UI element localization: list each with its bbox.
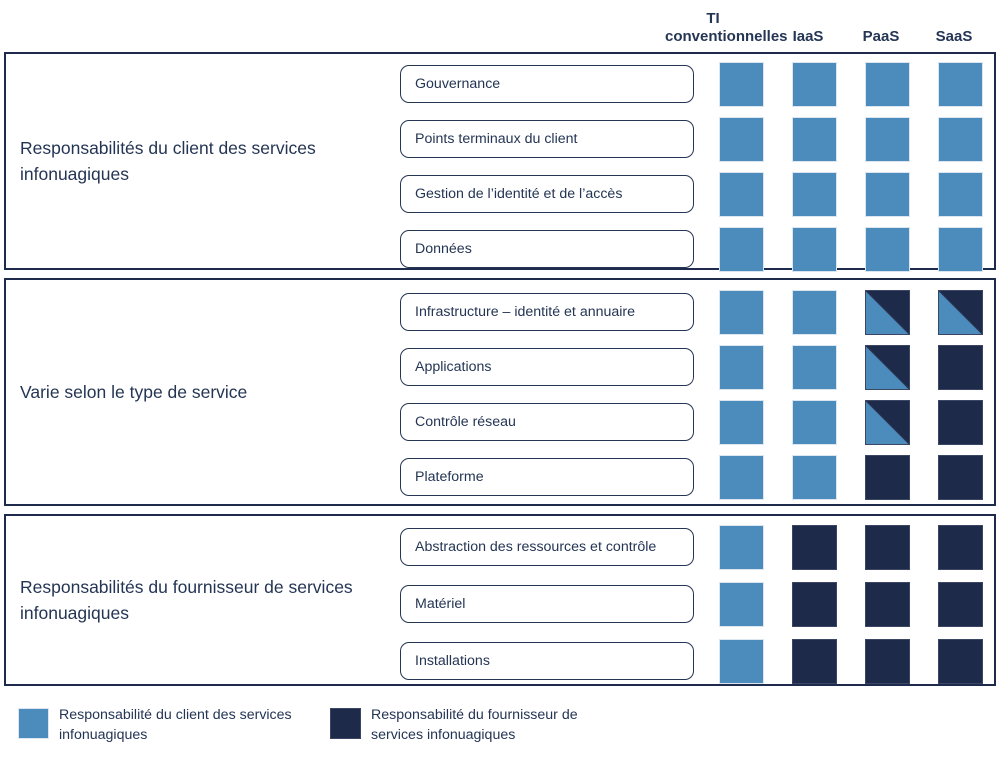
legend-label: Responsabilité du fournisseur de service… [371,707,578,743]
cell-paas-split [865,399,910,445]
legend: Responsabilité du client des services in… [0,700,1000,759]
cell-paas-split [865,289,910,335]
row-label-pill[interactable]: Gouvernance [400,65,694,103]
row-label-pill[interactable]: Points terminaux du client [400,120,694,158]
cell-conventional_it-client [719,226,764,272]
cell-conventional_it-client [719,524,764,570]
matrix-row: Contrôle réseau [6,399,994,445]
row-label-pill[interactable]: Installations [400,642,694,680]
matrix-row: Infrastructure – identité et annuaire [6,289,994,335]
cell-iaas-client [792,61,837,107]
cell-paas-client [865,171,910,217]
cell-saas-split [938,289,983,335]
matrix-row: Matériel [6,581,994,627]
section-inner: Varie selon le type de service Infrastruc… [6,280,994,504]
matrix-row: Installations [6,638,994,684]
section-3: Responsabilités du fournisseur de servic… [4,514,996,686]
cell-saas-provider [938,454,983,500]
cell-paas-provider [865,638,910,684]
cell-iaas-provider [792,524,837,570]
matrix-row: Points terminaux du client [6,116,994,162]
cell-paas-provider [865,454,910,500]
cell-paas-client [865,226,910,272]
cell-paas-provider [865,524,910,570]
cell-iaas-provider [792,638,837,684]
matrix-row: Gouvernance [6,61,994,107]
column-header-saas: SaaS [935,28,973,45]
cell-conventional_it-client [719,61,764,107]
cell-saas-provider [938,399,983,445]
row-label-pill[interactable]: Données [400,230,694,268]
matrix-row: Abstraction des ressources et contrôle [6,524,994,570]
cell-conventional_it-client [719,344,764,390]
cell-paas-split [865,344,910,390]
cell-iaas-provider [792,581,837,627]
matrix-row: Gestion de l’identité et de l’accès [6,171,994,217]
cell-conventional_it-client [719,638,764,684]
cell-iaas-client [792,171,837,217]
cell-conventional_it-client [719,581,764,627]
row-label-pill[interactable]: Infrastructure – identité et annuaire [400,293,694,331]
cell-iaas-client [792,226,837,272]
legend-swatch-provider-icon [330,708,361,739]
row-label-pill[interactable]: Matériel [400,585,694,623]
row-label-pill[interactable]: Plateforme [400,458,694,496]
section-1: Responsabilités du client des services i… [4,52,996,272]
cell-iaas-client [792,344,837,390]
section-2: Varie selon le type de service Infrastruc… [4,278,996,506]
cell-conventional_it-client [719,289,764,335]
cell-paas-client [865,61,910,107]
legend-item-provider: Responsabilité du fournisseur de service… [330,705,631,745]
cell-conventional_it-client [719,399,764,445]
row-label-pill[interactable]: Gestion de l’identité et de l’accès [400,175,694,213]
matrix-row: Applications [6,344,994,390]
cell-paas-client [865,116,910,162]
cell-iaas-client [792,399,837,445]
cell-conventional_it-client [719,116,764,162]
cell-saas-provider [938,524,983,570]
matrix-row: Plateforme [6,454,994,500]
section-inner: Responsabilités du client des services i… [6,54,994,272]
row-label-pill[interactable]: Contrôle réseau [400,403,694,441]
column-header-conventional_it: TI conventionnelles [665,10,788,45]
legend-item-client: Responsabilité du client des services in… [18,705,319,745]
cell-saas-provider [938,638,983,684]
cell-saas-client [938,171,983,217]
cell-conventional_it-client [719,454,764,500]
cell-saas-client [938,226,983,272]
cell-iaas-client [792,289,837,335]
cell-saas-client [938,61,983,107]
cell-saas-provider [938,581,983,627]
cell-iaas-client [792,116,837,162]
cell-saas-provider [938,344,983,390]
legend-label: Responsabilité du client des services in… [59,707,292,743]
section-inner: Responsabilités du fournisseur de servic… [6,516,994,684]
cloud-responsibility-matrix: TI conventionnelles IaaS PaaS SaaS Responsa… [0,0,1000,759]
cell-iaas-client [792,454,837,500]
cell-conventional_it-client [719,171,764,217]
cell-saas-client [938,116,983,162]
row-label-pill[interactable]: Applications [400,348,694,386]
legend-swatch-client-icon [18,708,49,739]
matrix-row: Données [6,226,994,272]
row-label-pill[interactable]: Abstraction des ressources et contrôle [400,528,694,566]
cell-paas-provider [865,581,910,627]
column-header-row: TI conventionnelles IaaS PaaS SaaS [0,0,1000,50]
